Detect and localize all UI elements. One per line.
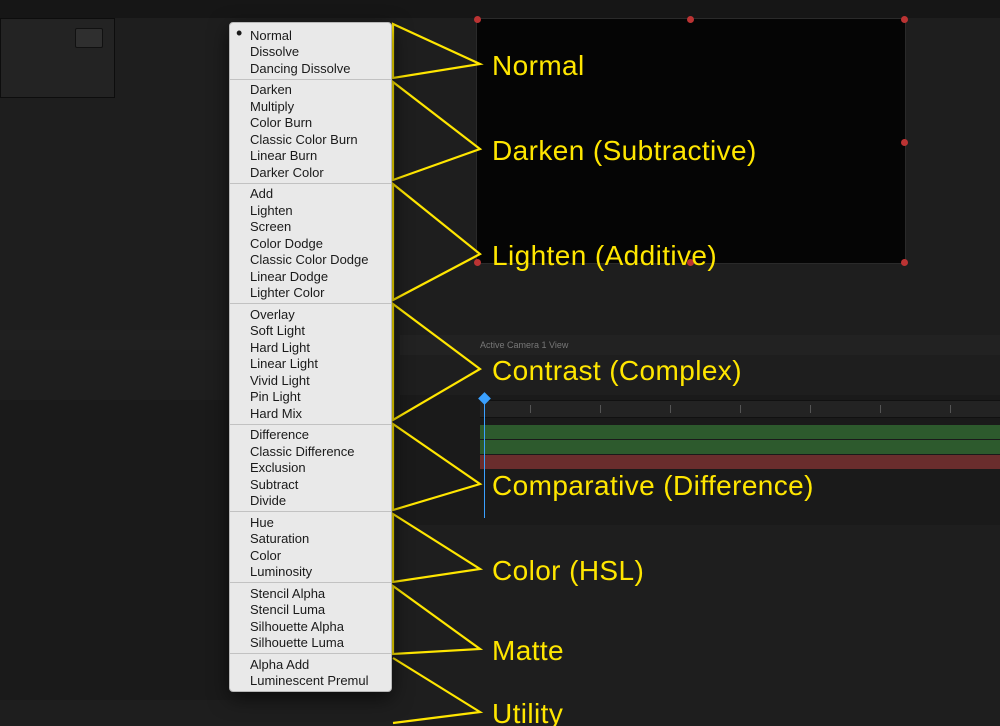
menu-group-normal: NormalDissolveDancing Dissolve (230, 25, 391, 79)
menu-item-lighten[interactable]: Lighten (230, 202, 391, 219)
menu-item-normal[interactable]: Normal (230, 27, 391, 44)
menu-item-pin-light[interactable]: Pin Light (230, 389, 391, 406)
menu-item-color-dodge[interactable]: Color Dodge (230, 235, 391, 252)
menu-group-color: HueSaturationColorLuminosity (230, 512, 391, 582)
annotation-utility: Utility (492, 698, 563, 726)
menu-item-luminescent-premul[interactable]: Luminescent Premul (230, 673, 391, 690)
menu-item-linear-burn[interactable]: Linear Burn (230, 148, 391, 165)
menu-group-contrast: OverlaySoft LightHard LightLinear LightV… (230, 304, 391, 424)
annotation-normal: Normal (492, 50, 585, 82)
bg-toolbar-label: Active Camera 1 View (480, 340, 568, 350)
menu-item-dissolve[interactable]: Dissolve (230, 44, 391, 61)
annotation-darken: Darken (Subtractive) (492, 135, 757, 167)
menu-item-alpha-add[interactable]: Alpha Add (230, 656, 391, 673)
menu-item-dancing-dissolve[interactable]: Dancing Dissolve (230, 60, 391, 77)
menu-group-utility: Alpha AddLuminescent Premul (230, 654, 391, 691)
annotation-lighten: Lighten (Additive) (492, 240, 717, 272)
annotation-matte: Matte (492, 635, 564, 667)
bg-time-ruler (480, 400, 1000, 418)
menu-item-multiply[interactable]: Multiply (230, 98, 391, 115)
menu-item-overlay[interactable]: Overlay (230, 306, 391, 323)
menu-item-linear-dodge[interactable]: Linear Dodge (230, 268, 391, 285)
bg-topbar (0, 0, 1000, 18)
menu-item-classic-difference[interactable]: Classic Difference (230, 443, 391, 460)
menu-group-lighten: AddLightenScreenColor DodgeClassic Color… (230, 184, 391, 304)
menu-item-vivid-light[interactable]: Vivid Light (230, 372, 391, 389)
menu-item-stencil-alpha[interactable]: Stencil Alpha (230, 585, 391, 602)
menu-item-subtract[interactable]: Subtract (230, 476, 391, 493)
menu-item-silhouette-alpha[interactable]: Silhouette Alpha (230, 618, 391, 635)
menu-item-silhouette-luma[interactable]: Silhouette Luma (230, 635, 391, 652)
bg-layer-track (480, 425, 1000, 439)
bg-footer-strip (0, 330, 230, 350)
menu-item-stencil-luma[interactable]: Stencil Luma (230, 602, 391, 619)
menu-item-divide[interactable]: Divide (230, 493, 391, 510)
menu-item-darken[interactable]: Darken (230, 82, 391, 99)
menu-item-hue[interactable]: Hue (230, 514, 391, 531)
menu-item-color-burn[interactable]: Color Burn (230, 115, 391, 132)
bg-view-toolbar: Active Camera 1 View (400, 335, 1000, 355)
annotation-color: Color (HSL) (492, 555, 644, 587)
menu-item-exclusion[interactable]: Exclusion (230, 460, 391, 477)
menu-item-luminosity[interactable]: Luminosity (230, 564, 391, 581)
blend-mode-menu[interactable]: NormalDissolveDancing DissolveDarkenMult… (229, 22, 392, 692)
menu-group-matte: Stencil AlphaStencil LumaSilhouette Alph… (230, 583, 391, 653)
menu-group-darken: DarkenMultiplyColor BurnClassic Color Bu… (230, 80, 391, 183)
menu-item-hard-light[interactable]: Hard Light (230, 339, 391, 356)
bg-timeline-left (0, 400, 230, 700)
menu-item-classic-color-dodge[interactable]: Classic Color Dodge (230, 252, 391, 269)
menu-item-classic-color-burn[interactable]: Classic Color Burn (230, 131, 391, 148)
annotation-compare: Comparative (Difference) (492, 470, 814, 502)
menu-item-screen[interactable]: Screen (230, 219, 391, 236)
menu-item-hard-mix[interactable]: Hard Mix (230, 405, 391, 422)
menu-item-color[interactable]: Color (230, 547, 391, 564)
bg-layer-track (480, 455, 1000, 469)
menu-item-add[interactable]: Add (230, 186, 391, 203)
menu-group-compare: DifferenceClassic DifferenceExclusionSub… (230, 425, 391, 512)
bg-layer-track (480, 440, 1000, 454)
menu-item-linear-light[interactable]: Linear Light (230, 356, 391, 373)
menu-item-saturation[interactable]: Saturation (230, 531, 391, 548)
menu-item-difference[interactable]: Difference (230, 427, 391, 444)
bg-playhead (484, 398, 485, 518)
bg-panel-button (75, 28, 103, 48)
menu-item-darker-color[interactable]: Darker Color (230, 164, 391, 181)
annotation-contrast: Contrast (Complex) (492, 355, 742, 387)
menu-item-soft-light[interactable]: Soft Light (230, 323, 391, 340)
menu-item-lighter-color[interactable]: Lighter Color (230, 285, 391, 302)
